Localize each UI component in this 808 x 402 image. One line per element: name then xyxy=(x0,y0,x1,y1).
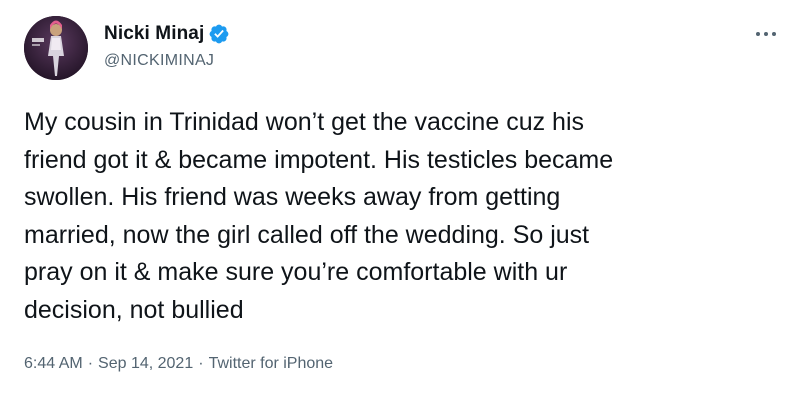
tweet-time[interactable]: 6:44 AM xyxy=(24,355,83,373)
tweet-card: Nicki Minaj @NICKIMINAJ My cousin in Tri… xyxy=(0,0,808,402)
author-info: Nicki Minaj @NICKIMINAJ xyxy=(104,22,230,70)
user-handle[interactable]: @NICKIMINAJ xyxy=(104,52,230,70)
tweet-source[interactable]: Twitter for iPhone xyxy=(209,355,334,373)
tweet-date[interactable]: Sep 14, 2021 xyxy=(98,355,193,373)
display-name[interactable]: Nicki Minaj xyxy=(104,23,204,45)
more-options-button[interactable] xyxy=(750,22,782,46)
avatar-image xyxy=(24,16,88,80)
more-options-icon xyxy=(756,32,776,36)
meta-separator: · xyxy=(87,355,94,372)
verified-badge-icon xyxy=(208,23,230,45)
author-name-row: Nicki Minaj xyxy=(104,22,230,46)
tweet-meta: 6:44 AM · Sep 14, 2021 · Twitter for iPh… xyxy=(24,355,333,373)
avatar[interactable] xyxy=(24,16,88,80)
tweet-text: My cousin in Trinidad won’t get the vacc… xyxy=(24,108,614,324)
meta-separator: · xyxy=(198,355,204,372)
